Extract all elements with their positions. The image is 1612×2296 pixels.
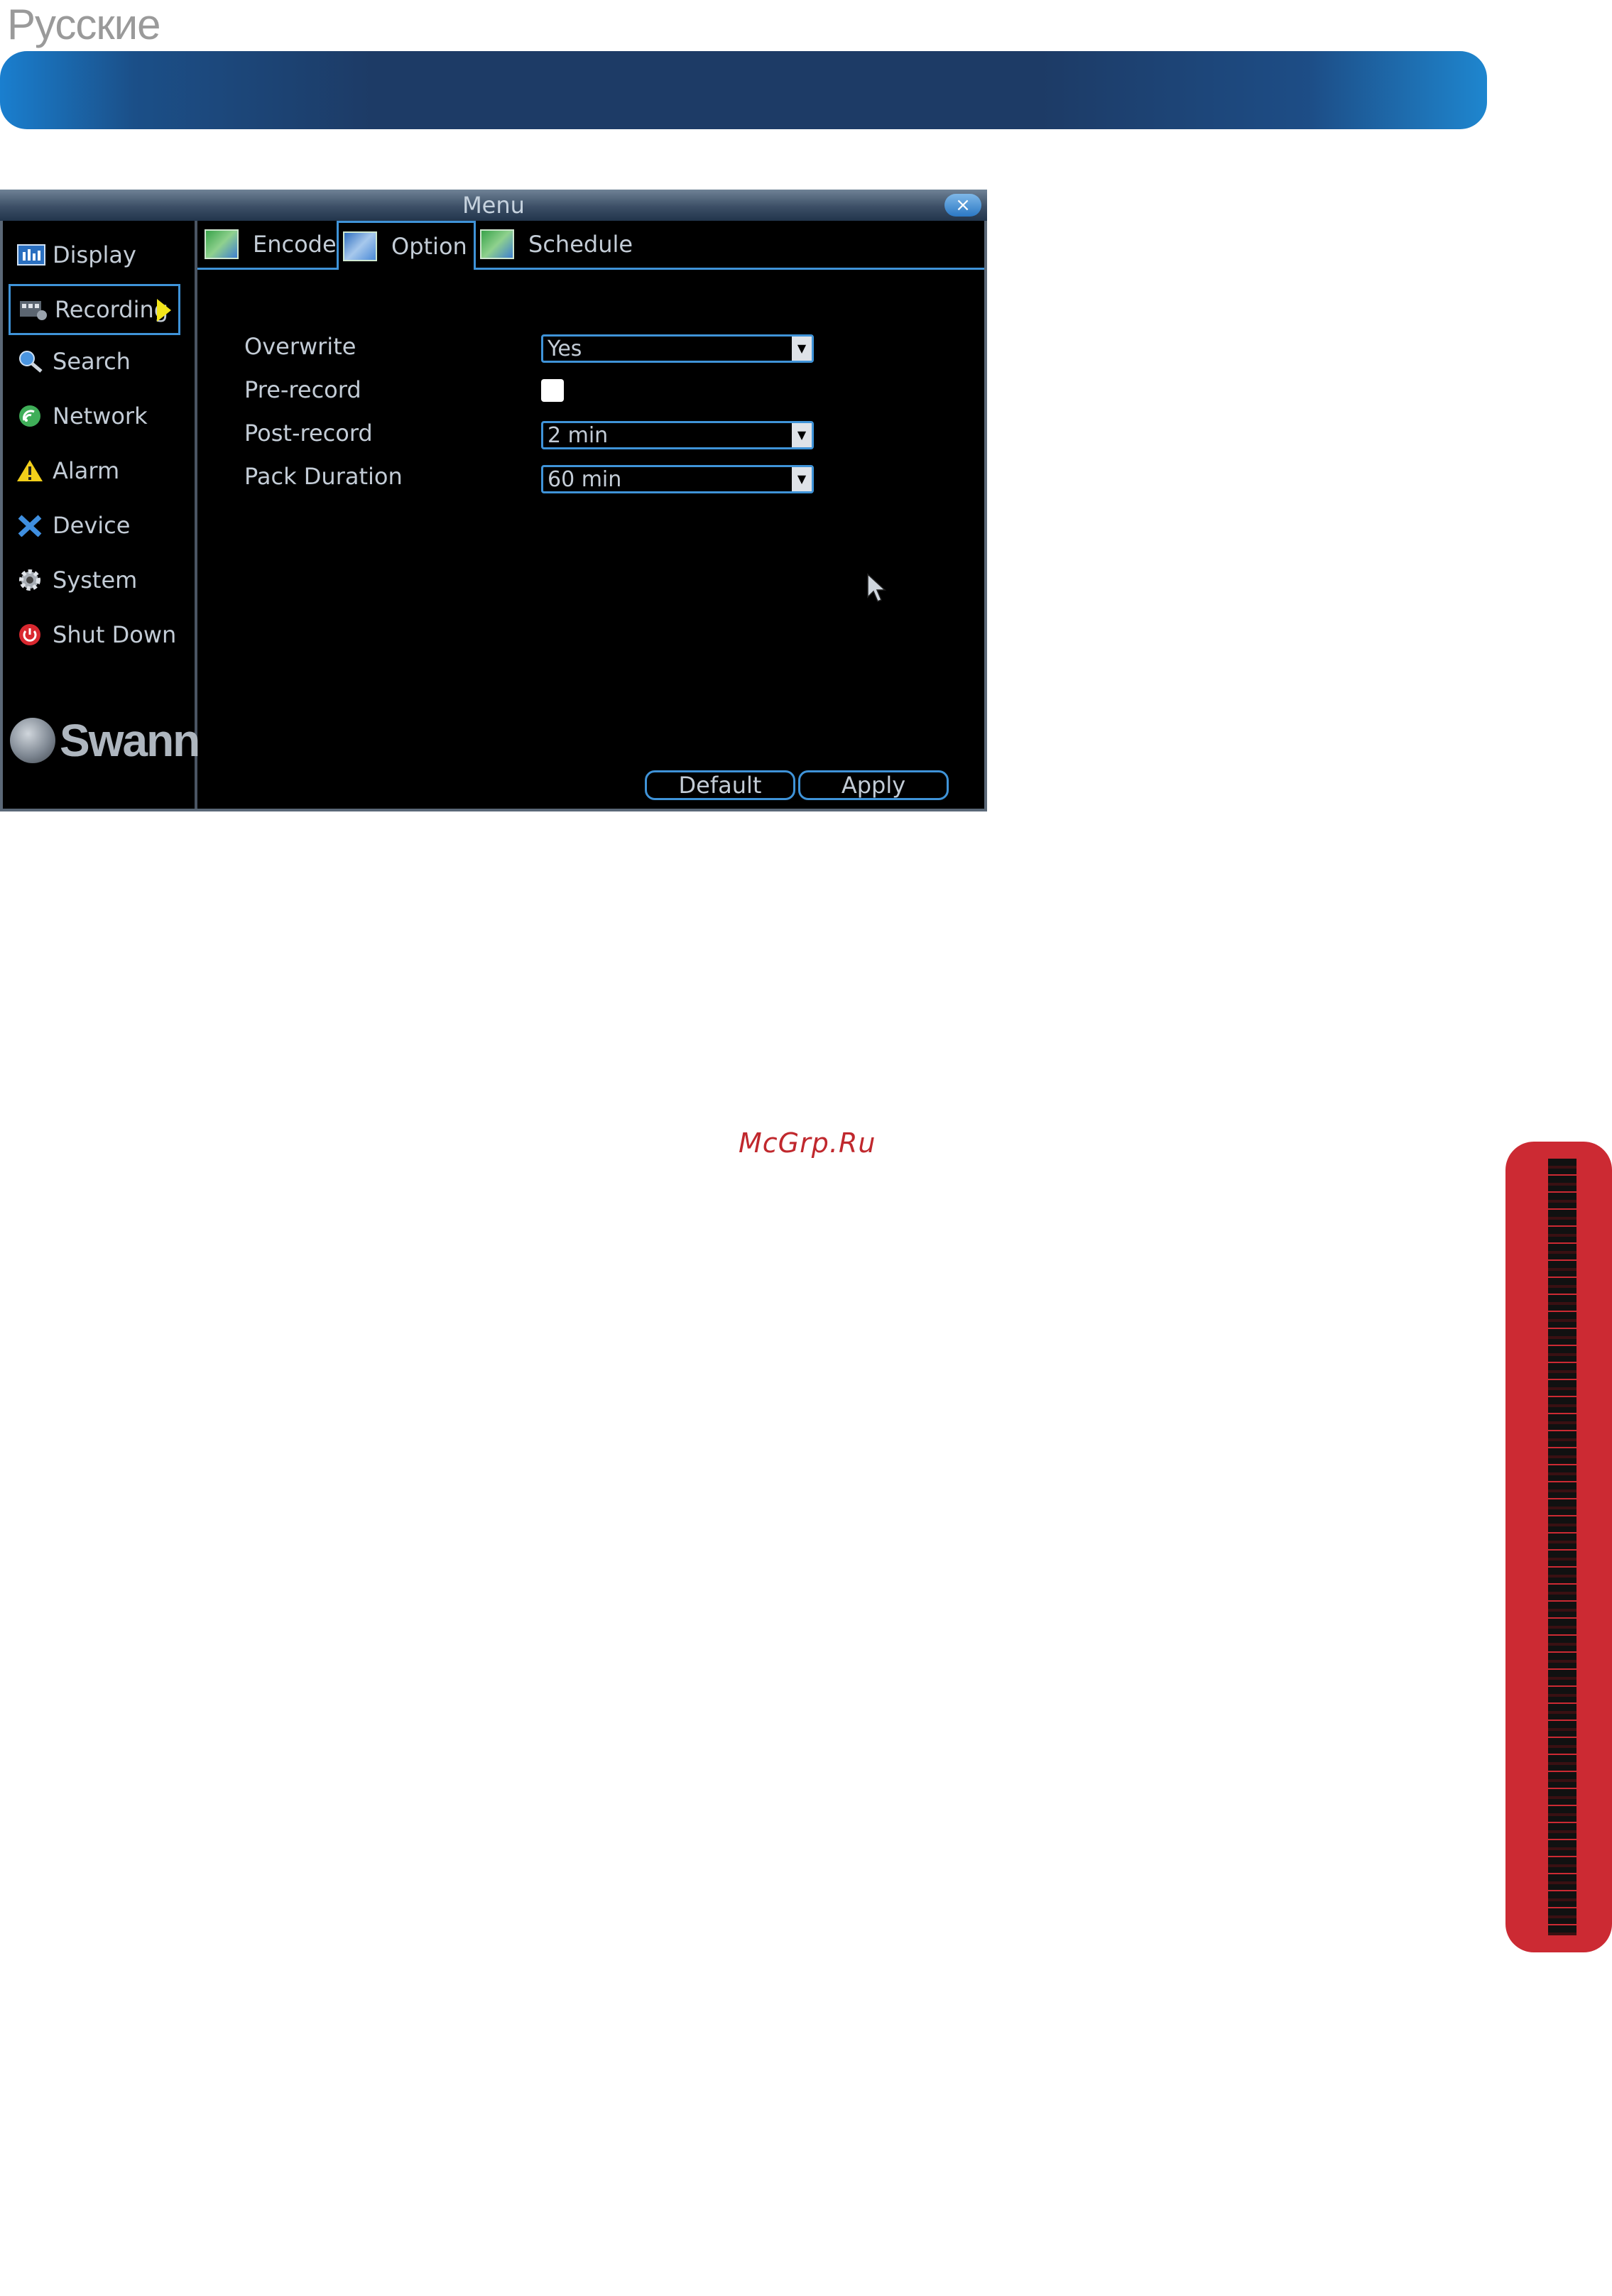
pack-duration-label: Pack Duration bbox=[244, 463, 403, 490]
overwrite-label: Overwrite bbox=[244, 333, 356, 360]
sidebar-item-label: Recording bbox=[55, 296, 169, 323]
swann-logo: Swann bbox=[10, 715, 200, 772]
schedule-tab-icon bbox=[480, 229, 514, 259]
sidebar-item-shut-down[interactable]: Shut Down bbox=[9, 609, 180, 660]
apply-button[interactable]: Apply bbox=[798, 770, 949, 800]
close-button[interactable]: × bbox=[944, 194, 981, 217]
pre-record-checkbox[interactable] bbox=[541, 379, 564, 402]
mouse-cursor-icon bbox=[867, 573, 886, 602]
watermark: McGrp.Ru bbox=[739, 1127, 876, 1159]
pre-record-label: Pre-record bbox=[244, 376, 361, 403]
device-icon bbox=[18, 515, 42, 537]
swann-logo-icon bbox=[10, 718, 55, 763]
tab-option[interactable]: Option bbox=[337, 221, 476, 270]
recording-icon bbox=[20, 301, 47, 320]
tab-label: Encode bbox=[253, 231, 337, 258]
dropdown-arrow-icon[interactable]: ▼ bbox=[792, 467, 812, 491]
active-arrow-icon bbox=[157, 299, 171, 322]
side-language-tab bbox=[1505, 1142, 1612, 1952]
shutdown-icon bbox=[19, 624, 40, 645]
menu-titlebar: Menu × bbox=[0, 190, 987, 221]
system-icon bbox=[19, 569, 40, 591]
tab-label: Option bbox=[391, 233, 467, 260]
option-tab-icon bbox=[343, 231, 377, 261]
post-record-value: 2 min bbox=[548, 423, 609, 448]
dvr-menu-window: Menu × Display Recording Search Network … bbox=[0, 190, 987, 811]
sidebar-item-display[interactable]: Display bbox=[9, 229, 180, 280]
sidebar: Display Recording Search Network Alarm D… bbox=[3, 221, 200, 809]
sidebar-item-label: Device bbox=[53, 512, 131, 539]
overwrite-select[interactable]: Yes ▼ bbox=[541, 334, 814, 363]
overwrite-value: Yes bbox=[548, 337, 582, 361]
encode-tab-icon bbox=[205, 229, 239, 259]
post-record-label: Post-record bbox=[244, 420, 373, 447]
sidebar-item-label: Shut Down bbox=[53, 621, 177, 648]
sidebar-item-search[interactable]: Search bbox=[9, 336, 180, 387]
tab-label: Schedule bbox=[528, 231, 633, 258]
sidebar-item-label: System bbox=[53, 567, 138, 594]
tab-schedule[interactable]: Schedule bbox=[476, 221, 646, 268]
default-button[interactable]: Default bbox=[645, 770, 795, 800]
language-title: Русские bbox=[7, 1, 160, 48]
sidebar-item-label: Display bbox=[53, 241, 136, 268]
sidebar-item-label: Search bbox=[53, 348, 131, 375]
sidebar-item-device[interactable]: Device bbox=[9, 500, 180, 551]
display-icon bbox=[17, 244, 45, 266]
sidebar-item-label: Network bbox=[53, 403, 148, 430]
sidebar-item-recording[interactable]: Recording bbox=[9, 284, 180, 335]
tab-bar: Encode Option Schedule bbox=[197, 221, 984, 270]
sidebar-item-network[interactable]: Network bbox=[9, 390, 180, 442]
swann-logo-text: Swann bbox=[60, 715, 200, 766]
tab-encode[interactable]: Encode bbox=[200, 221, 337, 268]
sidebar-item-alarm[interactable]: Alarm bbox=[9, 445, 180, 496]
pack-duration-select[interactable]: 60 min ▼ bbox=[541, 465, 814, 493]
search-icon bbox=[19, 351, 43, 373]
alarm-icon bbox=[17, 460, 43, 481]
post-record-select[interactable]: 2 min ▼ bbox=[541, 421, 814, 449]
menu-title: Menu bbox=[462, 192, 525, 219]
dropdown-arrow-icon[interactable]: ▼ bbox=[792, 423, 812, 447]
dropdown-arrow-icon[interactable]: ▼ bbox=[792, 337, 812, 361]
side-tab-vertical-text bbox=[1548, 1159, 1576, 1935]
network-icon bbox=[19, 405, 40, 427]
sidebar-item-label: Alarm bbox=[53, 457, 120, 484]
header-banner bbox=[0, 51, 1487, 129]
pack-duration-value: 60 min bbox=[548, 467, 622, 492]
sidebar-item-system[interactable]: System bbox=[9, 554, 180, 606]
